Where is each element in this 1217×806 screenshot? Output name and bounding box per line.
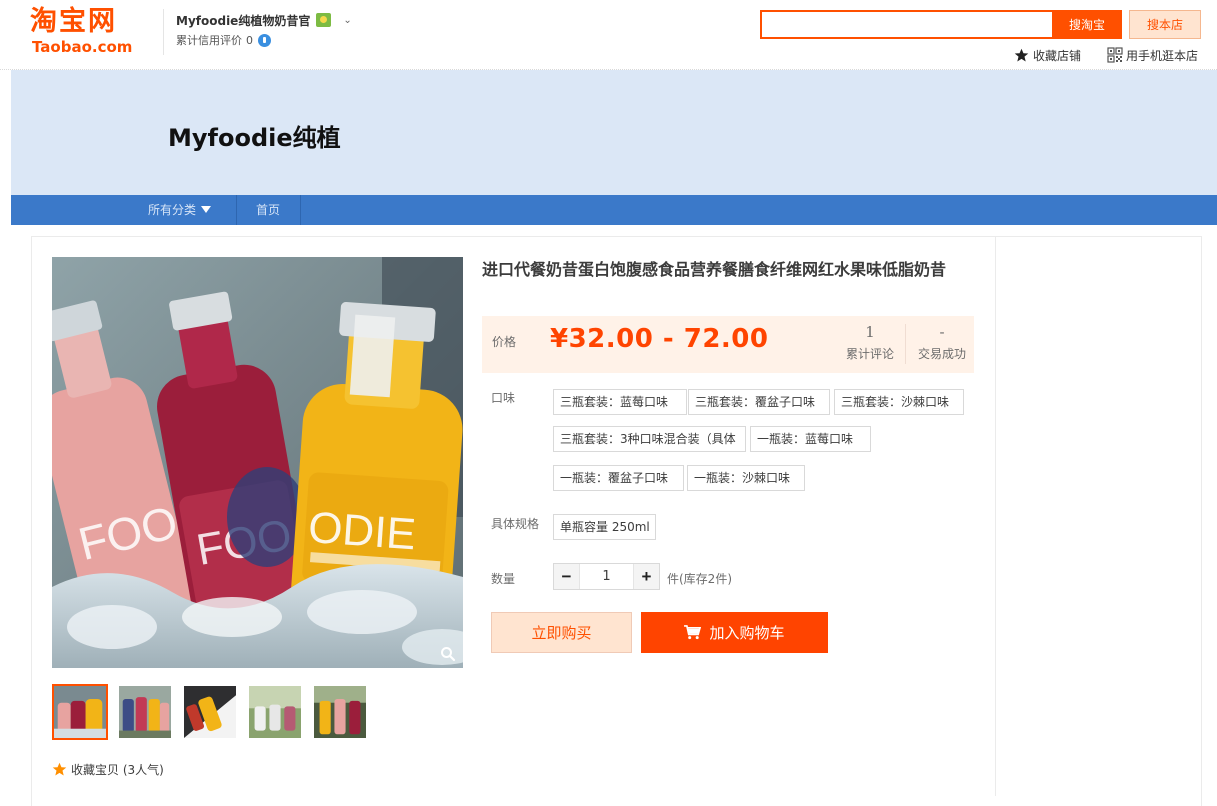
product-main-image[interactable]: FOO FOO ODIE [52,257,463,668]
fav-shop-label: 收藏店铺 [1033,48,1082,63]
triangle-down-icon [201,206,212,213]
logo-text-cn: 淘宝网 [30,6,117,37]
taobao-logo[interactable]: 淘宝网 Taobao.com [30,6,142,58]
search-shop-button[interactable]: 搜本店 [1129,10,1201,39]
minus-icon[interactable]: − [554,564,579,589]
sku-option[interactable]: 一瓶装：覆盆子口味 [553,465,684,491]
nav-all-categories[interactable]: 所有分类 [148,195,212,225]
buy-now-button[interactable]: 立即购买 [491,612,632,653]
search-icon[interactable] [440,646,456,662]
reviews-label: 累计评论 [845,347,894,361]
fav-shop-link[interactable]: 收藏店铺 [1014,46,1081,64]
stock-text: 件(库存2件) [667,572,732,586]
fav-item-link[interactable]: 收藏宝贝 (3人气) [52,761,164,778]
qr-code-icon [1107,47,1123,63]
svg-text:ODIE: ODIE [307,503,418,559]
quantity-label: 数量 [491,572,516,586]
product-photo: FOO FOO ODIE [52,257,463,668]
price-box: 价格 ¥32.00 - 72.00 1 累计评论 - 交易成功 [482,316,974,373]
nav-all-categories-label: 所有分类 [148,203,197,217]
flavor-label: 口味 [491,391,516,405]
quantity-input[interactable]: 1 [579,564,634,589]
shop-banner: Myfoodie纯植 [11,70,1217,195]
search-input[interactable] [762,12,1052,37]
shop-nav: 所有分类 首页 [11,195,1217,225]
spec-label: 具体规格 [491,517,540,531]
nav-divider [300,195,301,225]
thumbnail[interactable] [312,684,368,740]
mobile-shop-link[interactable]: 用手机逛本店 [1107,46,1198,64]
fav-item-label: 收藏宝贝 (3人气) [71,763,164,777]
add-to-cart-label: 加入购物车 [709,625,785,642]
price-label: 价格 [492,335,517,349]
banner-title: Myfoodie纯植 [168,124,341,152]
sku-option[interactable]: 三瓶套装：3种口味混合装（具体 [553,426,746,452]
sku-option[interactable]: 三瓶套装：沙棘口味 [834,389,964,415]
sku-option[interactable]: 三瓶套装：蓝莓口味 [553,389,687,415]
info-icon[interactable] [258,33,271,47]
star-icon [52,762,67,776]
thumbnail[interactable] [117,684,173,740]
price-value: ¥32.00 - 72.00 [550,324,769,354]
deals-count: - [939,323,945,341]
site-header: 淘宝网 Taobao.com Myfoodie纯植物奶昔官 ⌄ 累计信用评价 0… [0,0,1217,70]
shop-badge-icon [316,13,332,27]
deals-stat: - 交易成功 [910,322,974,363]
sku-option[interactable]: 一瓶装：沙棘口味 [687,465,805,491]
logo-text-en: Taobao.com [32,38,133,56]
deals-label: 交易成功 [917,347,966,361]
cart-icon [684,625,702,640]
quantity-stepper: − 1 + [553,563,660,590]
search-box [760,10,1052,39]
plus-icon[interactable]: + [634,564,659,589]
side-divider [995,236,996,796]
shop-name[interactable]: Myfoodie纯植物奶昔官 [176,12,310,29]
sku-option[interactable]: 单瓶容量 250ml [553,514,656,540]
rating-label: 累计信用评价 [176,34,242,47]
thumbnail-strip [52,684,368,740]
nav-divider [236,195,237,225]
reviews-count: 1 [865,323,875,341]
sku-option[interactable]: 三瓶套装：覆盆子口味 [688,389,830,415]
product-title: 进口代餐奶昔蛋白饱腹感食品营养餐膳食纤维网红水果味低脂奶昔 [482,260,947,279]
nav-home[interactable]: 首页 [256,195,280,225]
thumbnail[interactable] [247,684,303,740]
add-to-cart-button[interactable]: 加入购物车 [641,612,828,653]
stat-divider [905,324,906,364]
chevron-down-icon[interactable]: ⌄ [343,15,351,26]
mobile-shop-label: 用手机逛本店 [1126,48,1199,63]
rating-value: 0 [246,33,253,47]
reviews-stat[interactable]: 1 累计评论 [838,322,902,363]
sku-option[interactable]: 一瓶装：蓝莓口味 [750,426,871,452]
shop-info: Myfoodie纯植物奶昔官 ⌄ 累计信用评价 0 [163,9,352,55]
search-taobao-button[interactable]: 搜淘宝 [1052,10,1122,39]
thumbnail[interactable] [52,684,108,740]
star-icon [1014,48,1029,61]
thumbnail[interactable] [182,684,238,740]
